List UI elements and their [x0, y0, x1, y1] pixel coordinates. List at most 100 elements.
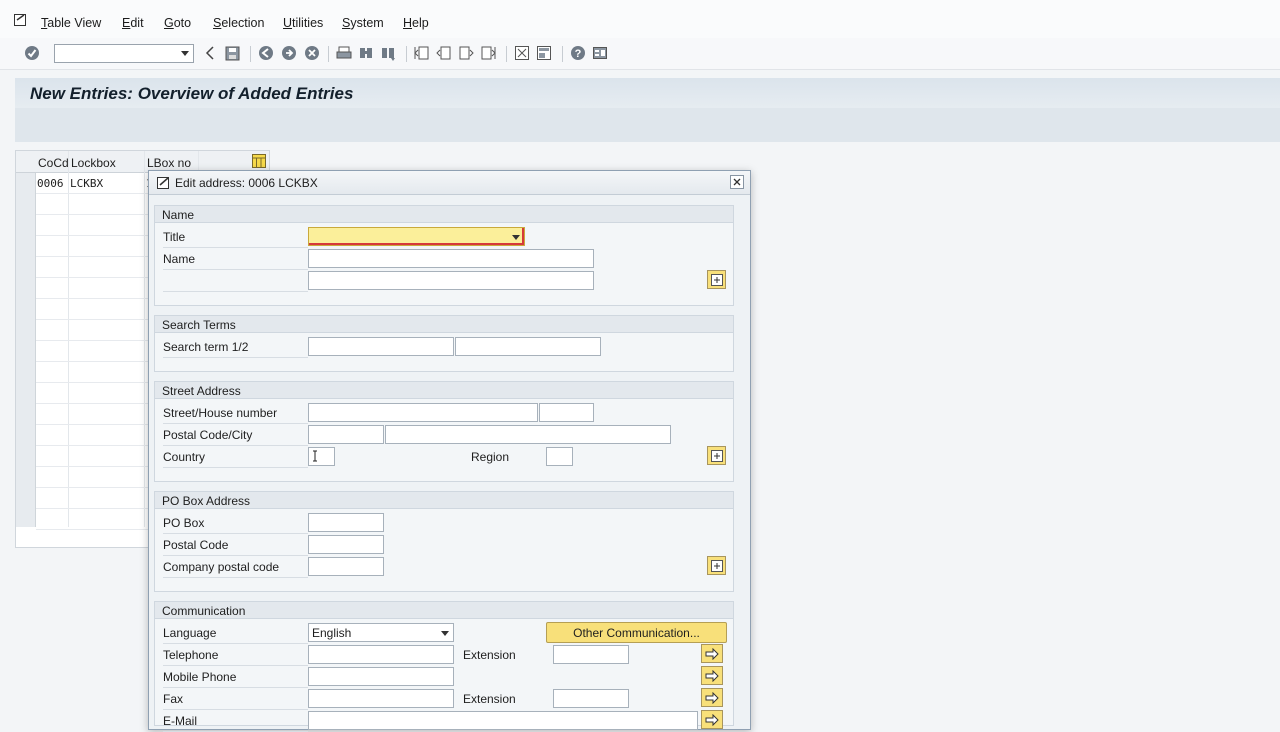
exit-icon[interactable]	[281, 45, 297, 61]
command-field[interactable]	[54, 44, 194, 63]
company-postal-code-field[interactable]	[308, 557, 384, 576]
dialog-title: Edit address: 0006 LCKBX	[175, 176, 318, 190]
mobile-more-button[interactable]	[701, 666, 723, 685]
title-bar: New Entries: Overview of Added Entries	[15, 78, 1280, 108]
row-selector-column[interactable]	[16, 151, 36, 527]
table-settings-icon[interactable]	[252, 154, 266, 168]
search-term-label: Search term 1/2	[163, 337, 308, 358]
page-title: New Entries: Overview of Added Entries	[30, 84, 354, 103]
enter-icon[interactable]	[24, 45, 40, 61]
group-title: PO Box Address	[162, 494, 251, 508]
region-label: Region	[471, 450, 510, 464]
expand-name-button[interactable]	[707, 270, 726, 289]
search-term-1-field[interactable]	[308, 337, 454, 356]
search-term-2-field[interactable]	[455, 337, 601, 356]
column-header-cocd[interactable]: CoCd	[38, 156, 69, 170]
communication-group: Communication Language English Other Com…	[154, 601, 734, 732]
cell-cocd[interactable]: 0006	[37, 177, 64, 190]
standard-toolbar: ?	[0, 38, 1280, 70]
menu-utilities[interactable]: Utilities	[283, 16, 323, 30]
telephone-field[interactable]	[308, 645, 454, 664]
mobile-phone-field[interactable]	[308, 667, 454, 686]
find-icon[interactable]	[358, 45, 374, 61]
city-field[interactable]	[385, 425, 671, 444]
company-postal-code-label: Company postal code	[163, 557, 308, 578]
country-field[interactable]	[308, 447, 335, 466]
toolbar-separator	[562, 46, 563, 62]
last-page-icon[interactable]	[480, 45, 496, 61]
telephone-label: Telephone	[163, 645, 308, 666]
title-label: Title	[163, 227, 308, 248]
column-header-lockbox[interactable]: Lockbox	[71, 156, 116, 170]
menu-system[interactable]: System	[342, 16, 384, 30]
previous-page-icon[interactable]	[436, 45, 452, 61]
menu-edit[interactable]: Edit	[122, 16, 144, 30]
arrow-right-icon	[705, 647, 719, 660]
column-header-lbox-no[interactable]: LBox no	[147, 156, 191, 170]
fax-more-button[interactable]	[701, 688, 723, 707]
edit-icon	[157, 177, 169, 189]
save-icon[interactable]	[224, 45, 240, 61]
region-field[interactable]	[546, 447, 573, 466]
search-terms-group: Search Terms Search term 1/2	[154, 315, 734, 372]
chevron-down-icon[interactable]	[512, 235, 520, 240]
next-page-icon[interactable]	[458, 45, 474, 61]
find-next-icon[interactable]	[380, 45, 396, 61]
street-label: Street/House number	[163, 403, 308, 424]
group-title: Communication	[162, 604, 246, 618]
create-session-icon[interactable]	[514, 45, 530, 61]
fax-extension-label: Extension	[463, 692, 516, 706]
toolbar-separator	[250, 46, 251, 62]
close-button[interactable]	[730, 175, 744, 189]
customize-layout-icon[interactable]	[592, 45, 608, 61]
expand-icon	[710, 449, 723, 462]
postal-code-field[interactable]	[308, 425, 384, 444]
name2-field[interactable]	[308, 271, 594, 290]
back-circle-icon[interactable]	[258, 45, 274, 61]
menu-icon[interactable]	[14, 14, 28, 26]
extension-field[interactable]	[553, 645, 629, 664]
extension-label: Extension	[463, 648, 516, 662]
text-cursor-icon	[313, 450, 317, 462]
cell-lockbox[interactable]: LCKBX	[70, 177, 103, 190]
menu-help[interactable]: Help	[403, 16, 429, 30]
help-icon[interactable]: ?	[570, 45, 586, 61]
shortcut-icon[interactable]	[536, 45, 552, 61]
chevron-down-icon[interactable]	[441, 631, 449, 636]
menu-selection[interactable]: Selection	[213, 16, 264, 30]
mobile-phone-label: Mobile Phone	[163, 667, 308, 688]
first-page-icon[interactable]	[414, 45, 430, 61]
expand-pobox-button[interactable]	[707, 556, 726, 575]
cancel-icon[interactable]	[304, 45, 320, 61]
application-toolbar	[15, 108, 1280, 142]
menu-goto[interactable]: Goto	[164, 16, 191, 30]
menu-bar: Table View Edit Goto Selection Utilities…	[0, 0, 1280, 38]
other-communication-button[interactable]: Other Communication...	[546, 622, 727, 643]
dialog-title-bar: Edit address: 0006 LCKBX	[149, 171, 750, 195]
expand-street-button[interactable]	[707, 446, 726, 465]
language-dropdown[interactable]: English	[308, 623, 454, 642]
street-field[interactable]	[308, 403, 538, 422]
po-box-field[interactable]	[308, 513, 384, 532]
house-number-field[interactable]	[539, 403, 594, 422]
fax-label: Fax	[163, 689, 308, 710]
fax-extension-field[interactable]	[553, 689, 629, 708]
fax-field[interactable]	[308, 689, 454, 708]
menu-table-view[interactable]: Table View	[41, 16, 101, 30]
po-box-group: PO Box Address PO Box Postal Code Compan…	[154, 491, 734, 592]
name-field[interactable]	[308, 249, 594, 268]
po-postal-code-label: Postal Code	[163, 535, 308, 556]
toolbar-separator	[506, 46, 507, 62]
edit-address-dialog: Edit address: 0006 LCKBX Name Title Name…	[148, 170, 751, 732]
chevron-down-icon[interactable]	[181, 51, 189, 56]
po-postal-code-field[interactable]	[308, 535, 384, 554]
email-field[interactable]	[308, 711, 698, 730]
group-header: Communication	[155, 602, 733, 619]
title-dropdown[interactable]	[308, 227, 525, 246]
group-title: Name	[162, 208, 195, 222]
telephone-more-button[interactable]	[701, 644, 723, 663]
toolbar-separator	[406, 46, 407, 62]
back-icon[interactable]	[202, 45, 218, 61]
language-label: Language	[163, 623, 308, 644]
print-icon[interactable]	[336, 45, 352, 61]
